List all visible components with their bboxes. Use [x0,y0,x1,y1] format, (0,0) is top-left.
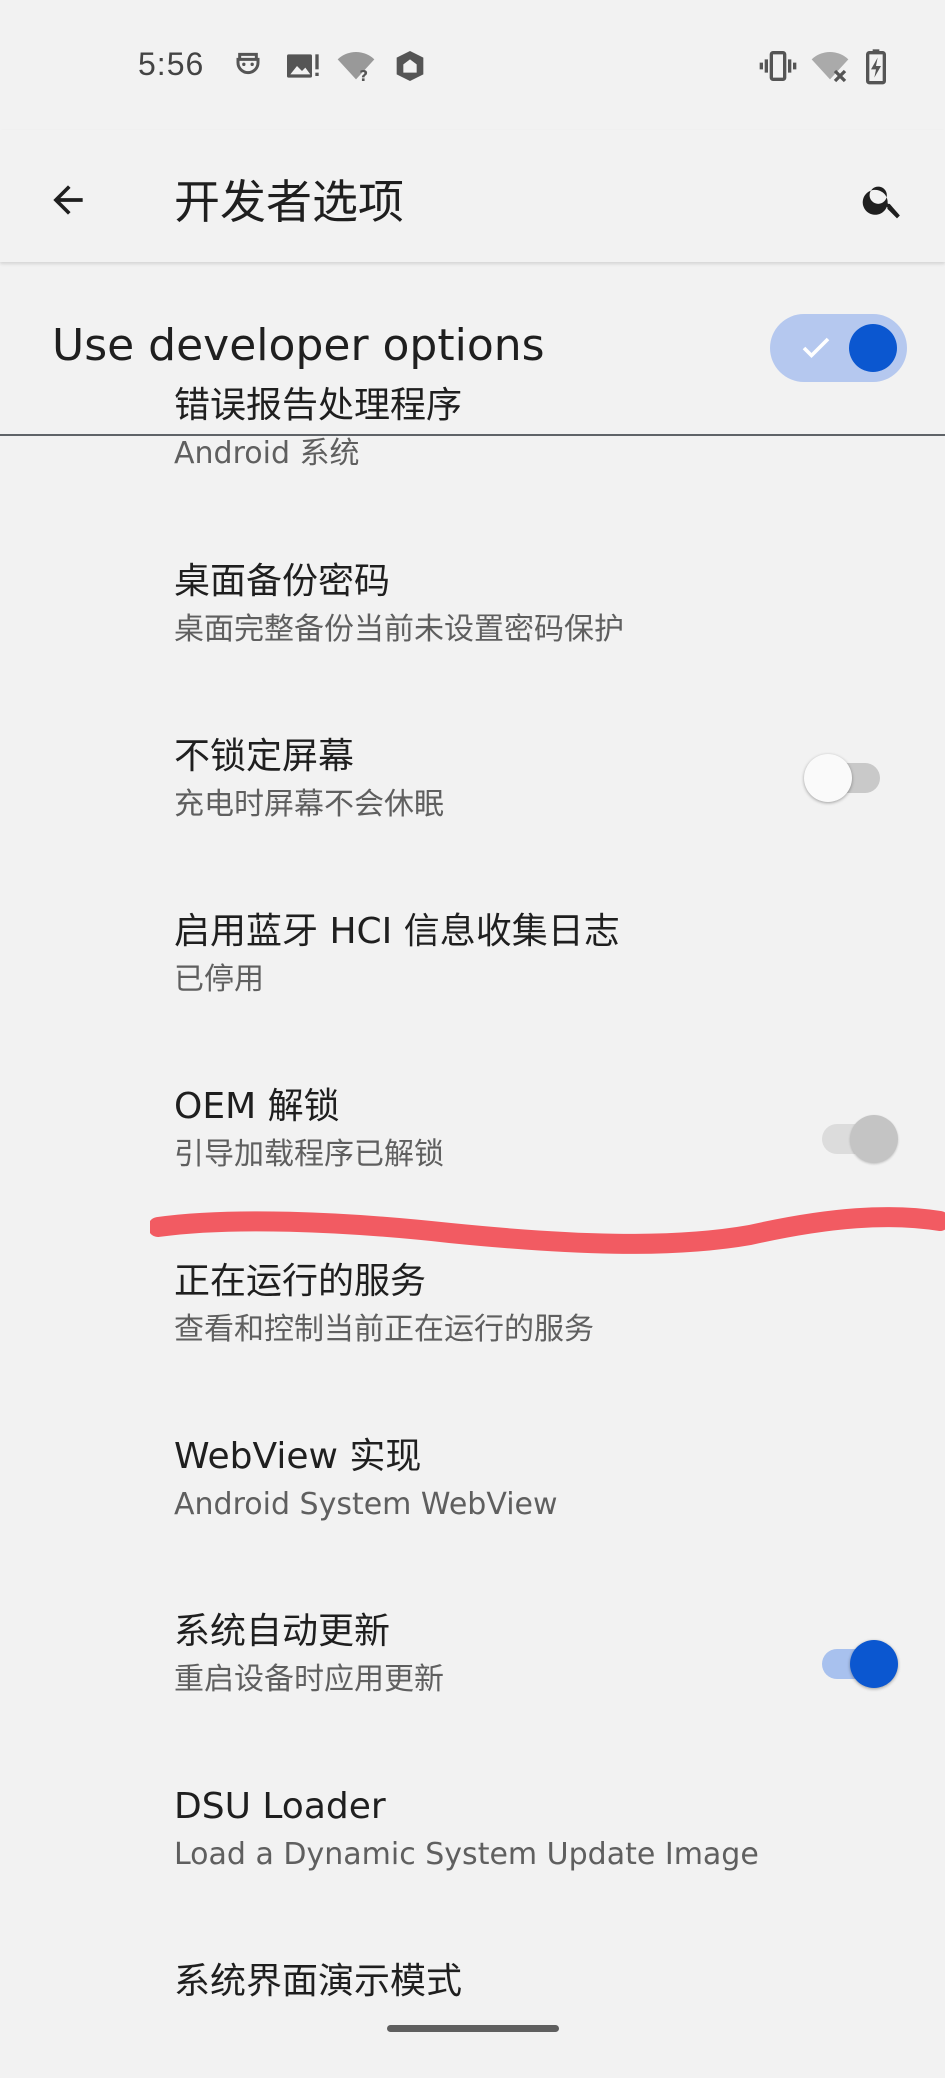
setting-running-services[interactable]: 正在运行的服务 查看和控制当前正在运行的服务 [0,1258,945,1378]
setting-title: 启用蓝牙 HCI 信息收集日志 [174,911,620,952]
gesture-nav-handle[interactable] [387,2025,559,2032]
setting-summary: 充电时屏幕不会休眠 [174,787,444,822]
master-switch-bar: Use developer options [0,264,945,436]
wifi-off-icon [810,46,850,86]
setting-summary: 查看和控制当前正在运行的服务 [174,1312,594,1347]
svg-text:?: ? [359,67,368,85]
vibrate-icon [758,46,798,86]
status-bar: 5:56 ? [0,0,945,130]
setting-dsu-loader[interactable]: DSU Loader Load a Dynamic System Update … [0,1783,945,1903]
setting-summary: 重启设备时应用更新 [174,1662,444,1697]
setting-summary: Android System WebView [174,1487,558,1522]
toggle-knob [850,1640,898,1688]
oem-unlock-toggle[interactable] [822,1115,898,1163]
setting-title: 系统界面演示模式 [174,1961,463,2002]
arrow-back-icon [53,185,83,215]
auto-system-update-toggle[interactable] [822,1640,898,1688]
setting-oem-unlock[interactable]: OEM 解锁 引导加载程序已解锁 [0,1083,945,1203]
status-time: 5:56 [138,46,205,82]
setting-summary: Load a Dynamic System Update Image [174,1837,759,1872]
setting-title: 桌面备份密码 [174,561,391,602]
setting-desktop-backup-password[interactable]: 桌面备份密码 桌面完整备份当前未设置密码保护 [0,558,945,678]
setting-system-ui-demo-mode[interactable]: 系统界面演示模式 [0,1958,945,2078]
setting-summary: 已停用 [174,962,264,997]
setting-summary: 引导加载程序已解锁 [174,1137,444,1172]
battery-charging-icon [856,46,896,86]
setting-auto-system-update[interactable]: 系统自动更新 重启设备时应用更新 [0,1608,945,1728]
setting-title: OEM 解锁 [174,1086,340,1127]
check-icon [802,337,830,359]
face-recognition-icon [228,46,268,86]
wifi-question-icon: ? [336,46,376,86]
setting-title: 正在运行的服务 [174,1261,427,1302]
setting-summary: 桌面完整备份当前未设置密码保护 [174,612,624,647]
stay-awake-toggle[interactable] [804,754,880,802]
use-developer-options-switch[interactable] [770,314,907,382]
back-button[interactable] [30,162,106,238]
master-switch-label: Use developer options [52,320,545,371]
setting-title: 不锁定屏幕 [174,736,355,777]
app-toolbar: 开发者选项 [0,130,945,262]
setting-title: WebView 实现 [174,1436,422,1477]
setting-stay-awake[interactable]: 不锁定屏幕 充电时屏幕不会休眠 [0,733,945,853]
setting-title: 系统自动更新 [174,1611,391,1652]
toggle-knob [850,1115,898,1163]
setting-webview-implementation[interactable]: WebView 实现 Android System WebView [0,1433,945,1553]
search-button[interactable] [845,162,921,238]
image-alert-icon [282,46,322,86]
red-annotation-stroke [150,1207,945,1254]
search-icon [862,186,900,219]
switch-thumb [849,324,897,372]
page-title: 开发者选项 [174,175,404,229]
setting-title: DSU Loader [174,1786,386,1827]
setting-bluetooth-hci-log[interactable]: 启用蓝牙 HCI 信息收集日志 已停用 [0,908,945,1028]
toggle-knob [804,754,852,802]
setting-summary: Android 系统 [174,436,360,471]
vpn-shield-icon [390,46,430,86]
